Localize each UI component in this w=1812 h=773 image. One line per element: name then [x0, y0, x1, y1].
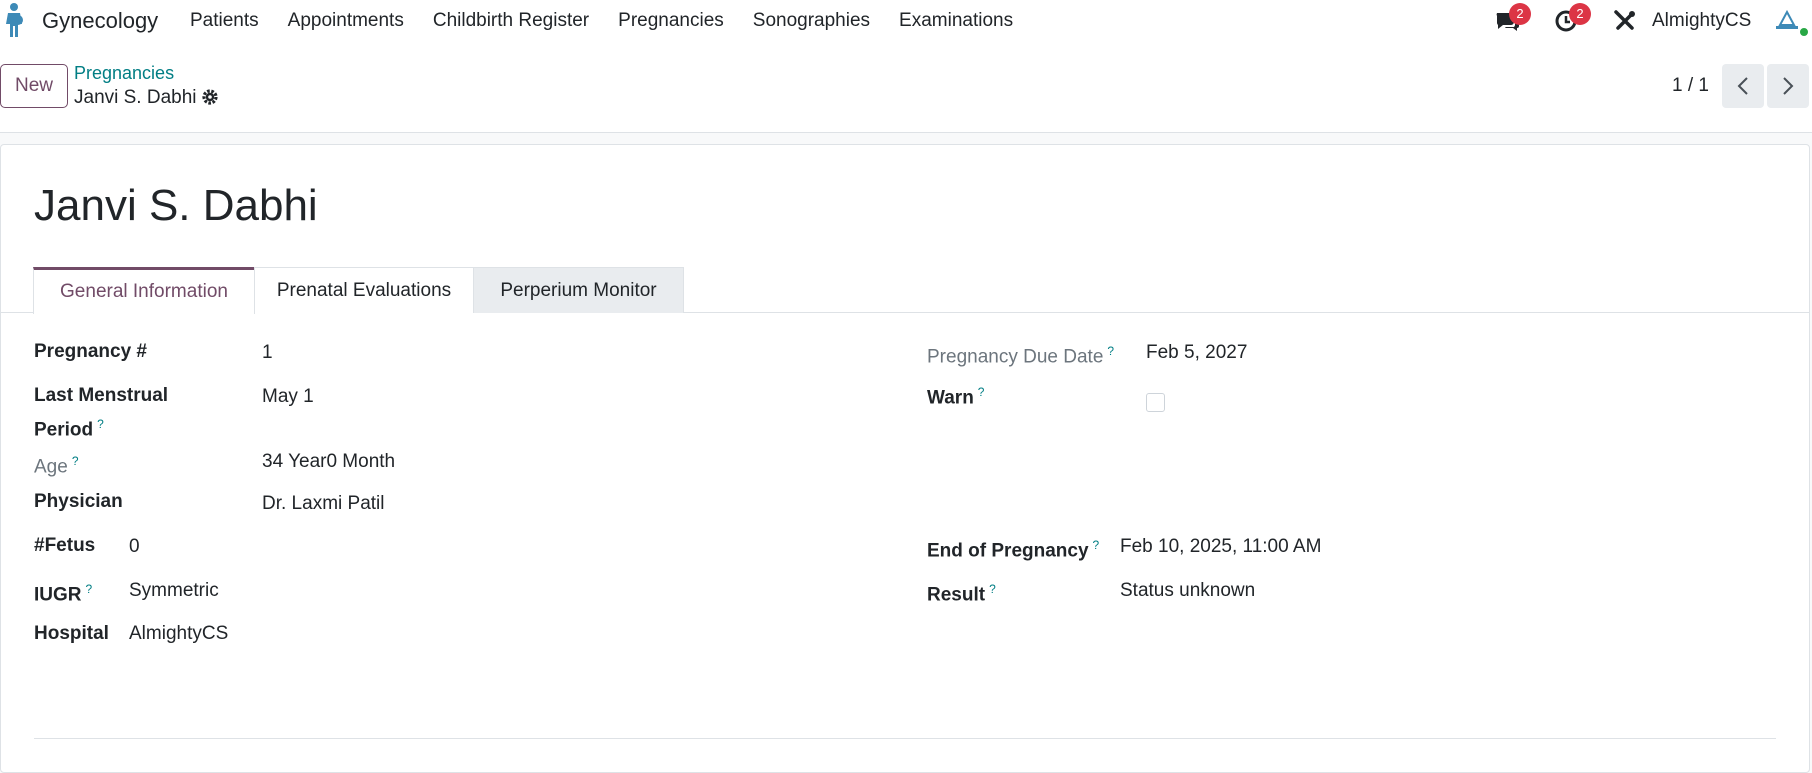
age-label: Age? [34, 454, 79, 478]
pregnancy-number-label: Pregnancy # [34, 341, 147, 362]
control-panel: New Pregnancies Janvi S. Dabhi 1 / 1 [0, 41, 1812, 133]
pager-previous-button[interactable] [1722, 64, 1764, 108]
company-switcher[interactable]: AlmightyCS [1652, 10, 1751, 32]
tab-prenatal-evaluations[interactable]: Prenatal Evaluations [254, 267, 474, 313]
pregnancy-number-value[interactable]: 1 [262, 338, 273, 367]
user-avatar[interactable] [1774, 9, 1810, 38]
end-of-pregnancy-help-icon[interactable]: ? [1093, 538, 1100, 552]
hospital-label: Hospital [34, 623, 109, 644]
result-help-icon[interactable]: ? [989, 582, 996, 596]
result-label: Result? [927, 582, 996, 606]
menu-item-examinations[interactable]: Examinations [899, 10, 1013, 32]
tab-perperium-monitor[interactable]: Perperium Monitor [473, 267, 684, 313]
pager-next-button[interactable] [1767, 64, 1809, 108]
notebook-tabs: General Information Prenatal Evaluations… [1, 267, 1809, 314]
activities-button[interactable]: 2 [1554, 3, 1591, 34]
app-brand[interactable]: Gynecology [42, 8, 158, 34]
tab-general-information[interactable]: General Information [33, 267, 255, 314]
iugr-label: IUGR? [34, 582, 93, 606]
due-date-help-icon[interactable]: ? [1107, 344, 1114, 358]
messages-count-badge: 2 [1509, 3, 1531, 25]
lmp-value[interactable]: May 1 [262, 382, 314, 411]
result-value[interactable]: Status unknown [1120, 576, 1255, 605]
hospital-value[interactable]: AlmightyCS [129, 619, 228, 648]
end-of-pregnancy-value[interactable]: Feb 10, 2025, 11:00 AM [1120, 532, 1321, 561]
due-date-label: Pregnancy Due Date? [927, 344, 1115, 368]
pregnant-woman-icon[interactable] [2, 2, 26, 38]
fetus-value[interactable]: 0 [129, 532, 140, 561]
age-value: 34 Year0 Month [262, 451, 396, 472]
activities-count-badge: 2 [1569, 3, 1591, 25]
messages-button[interactable]: 2 [1494, 3, 1531, 34]
due-date-value: Feb 5, 2027 [1146, 342, 1248, 363]
menu-item-childbirth-register[interactable]: Childbirth Register [433, 10, 589, 32]
iugr-value[interactable]: Symmetric [129, 576, 219, 605]
new-button[interactable]: New [0, 64, 68, 108]
fetus-label: #Fetus [34, 535, 96, 556]
end-of-pregnancy-label: End of Pregnancy? [927, 538, 1100, 562]
age-help-icon[interactable]: ? [72, 454, 79, 468]
top-navbar: Gynecology Patients Appointments Childbi… [0, 0, 1812, 41]
section-divider [34, 738, 1776, 739]
menu-item-pregnancies[interactable]: Pregnancies [618, 10, 724, 32]
user-logo-icon [1776, 9, 1798, 29]
main-menu: Patients Appointments Childbirth Registe… [190, 10, 1042, 32]
chevron-left-icon [1737, 77, 1748, 95]
lmp-help-icon[interactable]: ? [97, 417, 104, 431]
form-sheet: Janvi S. Dabhi General Information Prena… [0, 144, 1810, 773]
chevron-right-icon [1783, 77, 1794, 95]
physician-value[interactable]: Dr. Laxmi Patil [262, 489, 384, 518]
record-title: Janvi S. Dabhi [34, 181, 318, 230]
pager-value: 1 / 1 [1672, 75, 1709, 96]
debug-tools-button[interactable] [1612, 8, 1638, 34]
online-status-dot [1798, 26, 1810, 38]
breadcrumb-current: Janvi S. Dabhi [74, 87, 197, 108]
warn-label: Warn? [927, 385, 985, 409]
physician-label: Physician [34, 491, 123, 512]
warn-checkbox[interactable] [1146, 393, 1165, 412]
menu-item-sonographies[interactable]: Sonographies [753, 10, 870, 32]
tools-icon [1614, 10, 1635, 30]
menu-item-patients[interactable]: Patients [190, 10, 259, 32]
gear-icon[interactable] [201, 88, 219, 106]
iugr-help-icon[interactable]: ? [86, 582, 93, 596]
lmp-label: Last Menstrual Period? [34, 385, 169, 441]
breadcrumb-parent[interactable]: Pregnancies [74, 63, 174, 84]
warn-help-icon[interactable]: ? [978, 385, 985, 399]
menu-item-appointments[interactable]: Appointments [288, 10, 404, 32]
